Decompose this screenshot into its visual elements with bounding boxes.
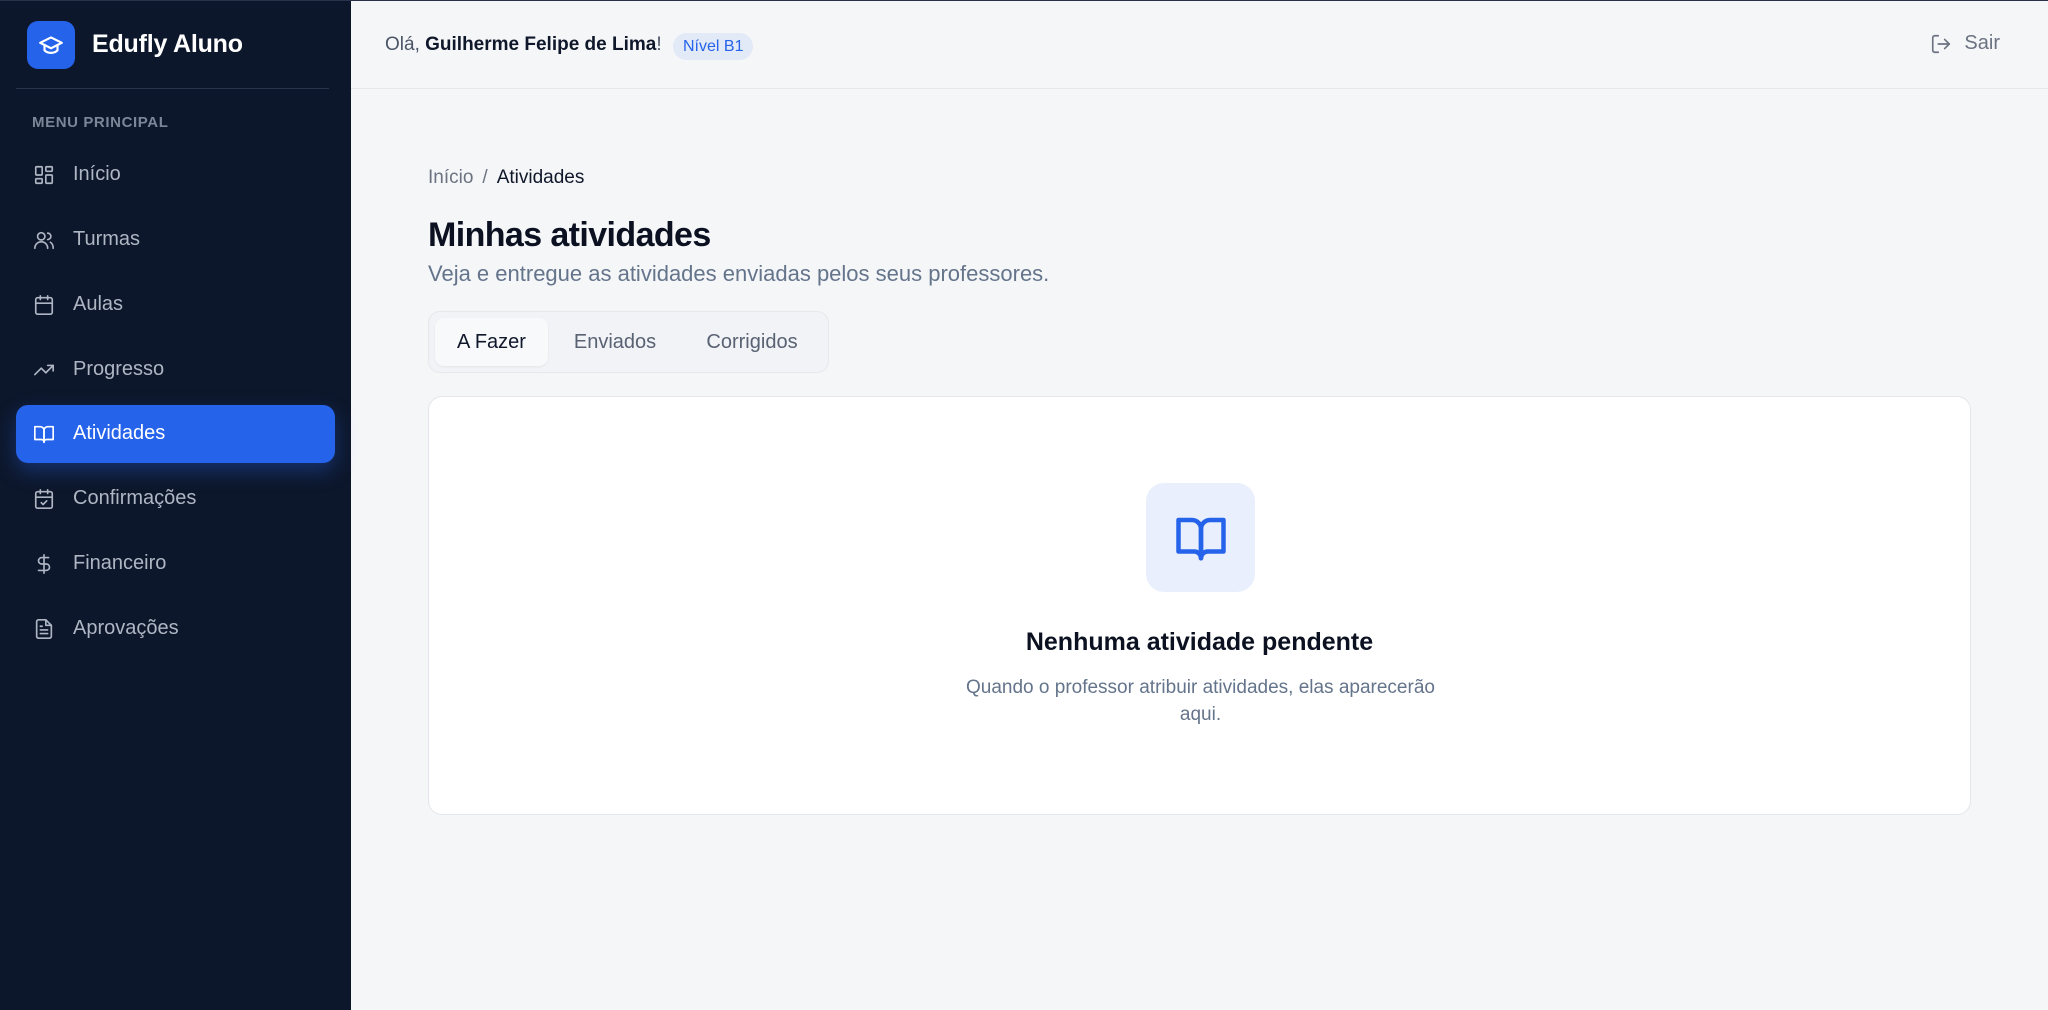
sidebar-item-progresso[interactable]: Progresso (16, 341, 335, 399)
sidebar-item-label: Aulas (73, 293, 124, 315)
file-text-icon (35, 619, 53, 639)
sidebar-item-label: Aprovações (73, 617, 179, 639)
user-name: Guilherme Felipe de Lima (425, 34, 657, 55)
greeting: Olá, Guilherme Felipe de Lima! (385, 34, 662, 56)
top-header: Olá, Guilherme Felipe de Lima! Nível B1 … (351, 0, 2048, 89)
empty-state-text: Quando o professor atribuir atividades, … (966, 677, 1435, 725)
sidebar-item-inicio[interactable]: Início (16, 146, 335, 204)
sidebar-item-turmas[interactable]: Turmas (16, 211, 335, 269)
users-icon (34, 231, 54, 250)
breadcrumb-separator: / (482, 167, 488, 188)
breadcrumb-home[interactable]: Início (428, 167, 473, 188)
sidebar-item-aulas[interactable]: Aulas (16, 276, 335, 334)
page-subtitle: Veja e entregue as atividades enviadas p… (428, 261, 1050, 286)
greeting-suffix: ! (656, 34, 662, 55)
menu-section-title: MENU PRINCIPAL (32, 114, 169, 131)
sidebar-item-confirmacoes[interactable]: Confirmações (16, 470, 335, 528)
level-badge: Nível B1 (673, 33, 754, 60)
activity-tabs: A Fazer Enviados Corrigidos (428, 311, 829, 373)
greeting-prefix: Olá, (385, 34, 426, 55)
dollar-sign-icon (37, 554, 51, 574)
brand[interactable]: Edufly Aluno (16, 1, 329, 89)
sidebar-item-atividades[interactable]: Atividades (16, 405, 335, 463)
log-out-icon (1932, 34, 1951, 53)
calendar-icon (34, 295, 54, 315)
calendar-check-icon (34, 489, 54, 509)
trending-up-icon (34, 364, 54, 376)
sidebar-item-label: Início (73, 163, 121, 185)
tab-a-fazer[interactable]: A Fazer (435, 318, 548, 366)
sidebar-item-label: Progresso (73, 358, 165, 380)
sidebar-item-label: Turmas (73, 228, 141, 250)
sidebar-item-label: Confirmações (73, 487, 197, 509)
sidebar-item-aprovacoes[interactable]: Aprovações (16, 600, 335, 658)
sidebar: Edufly Aluno MENU PRINCIPAL Início Turma… (0, 0, 351, 1010)
graduation-cap-icon (27, 21, 75, 69)
logout-label: Sair (1964, 32, 2000, 54)
book-open-icon (34, 425, 54, 444)
activities-card: Nenhuma atividade pendente Quando o prof… (428, 396, 1971, 815)
book-open-icon (1146, 483, 1255, 592)
breadcrumb-current: Atividades (496, 167, 585, 188)
dashboard-grid-icon (34, 165, 54, 185)
tab-enviados[interactable]: Enviados (553, 318, 677, 366)
tab-corrigidos[interactable]: Corrigidos (682, 318, 822, 366)
breadcrumb: Início / Atividades (428, 167, 584, 189)
brand-name: Edufly Aluno (92, 30, 243, 58)
page-title: Minhas atividades (428, 216, 711, 254)
sidebar-item-label: Atividades (73, 422, 166, 444)
sidebar-item-label: Financeiro (73, 552, 167, 574)
empty-state-title: Nenhuma atividade pendente (1025, 628, 1374, 656)
logout-button[interactable]: Sair (1930, 32, 2000, 55)
sidebar-item-financeiro[interactable]: Financeiro (16, 535, 335, 593)
